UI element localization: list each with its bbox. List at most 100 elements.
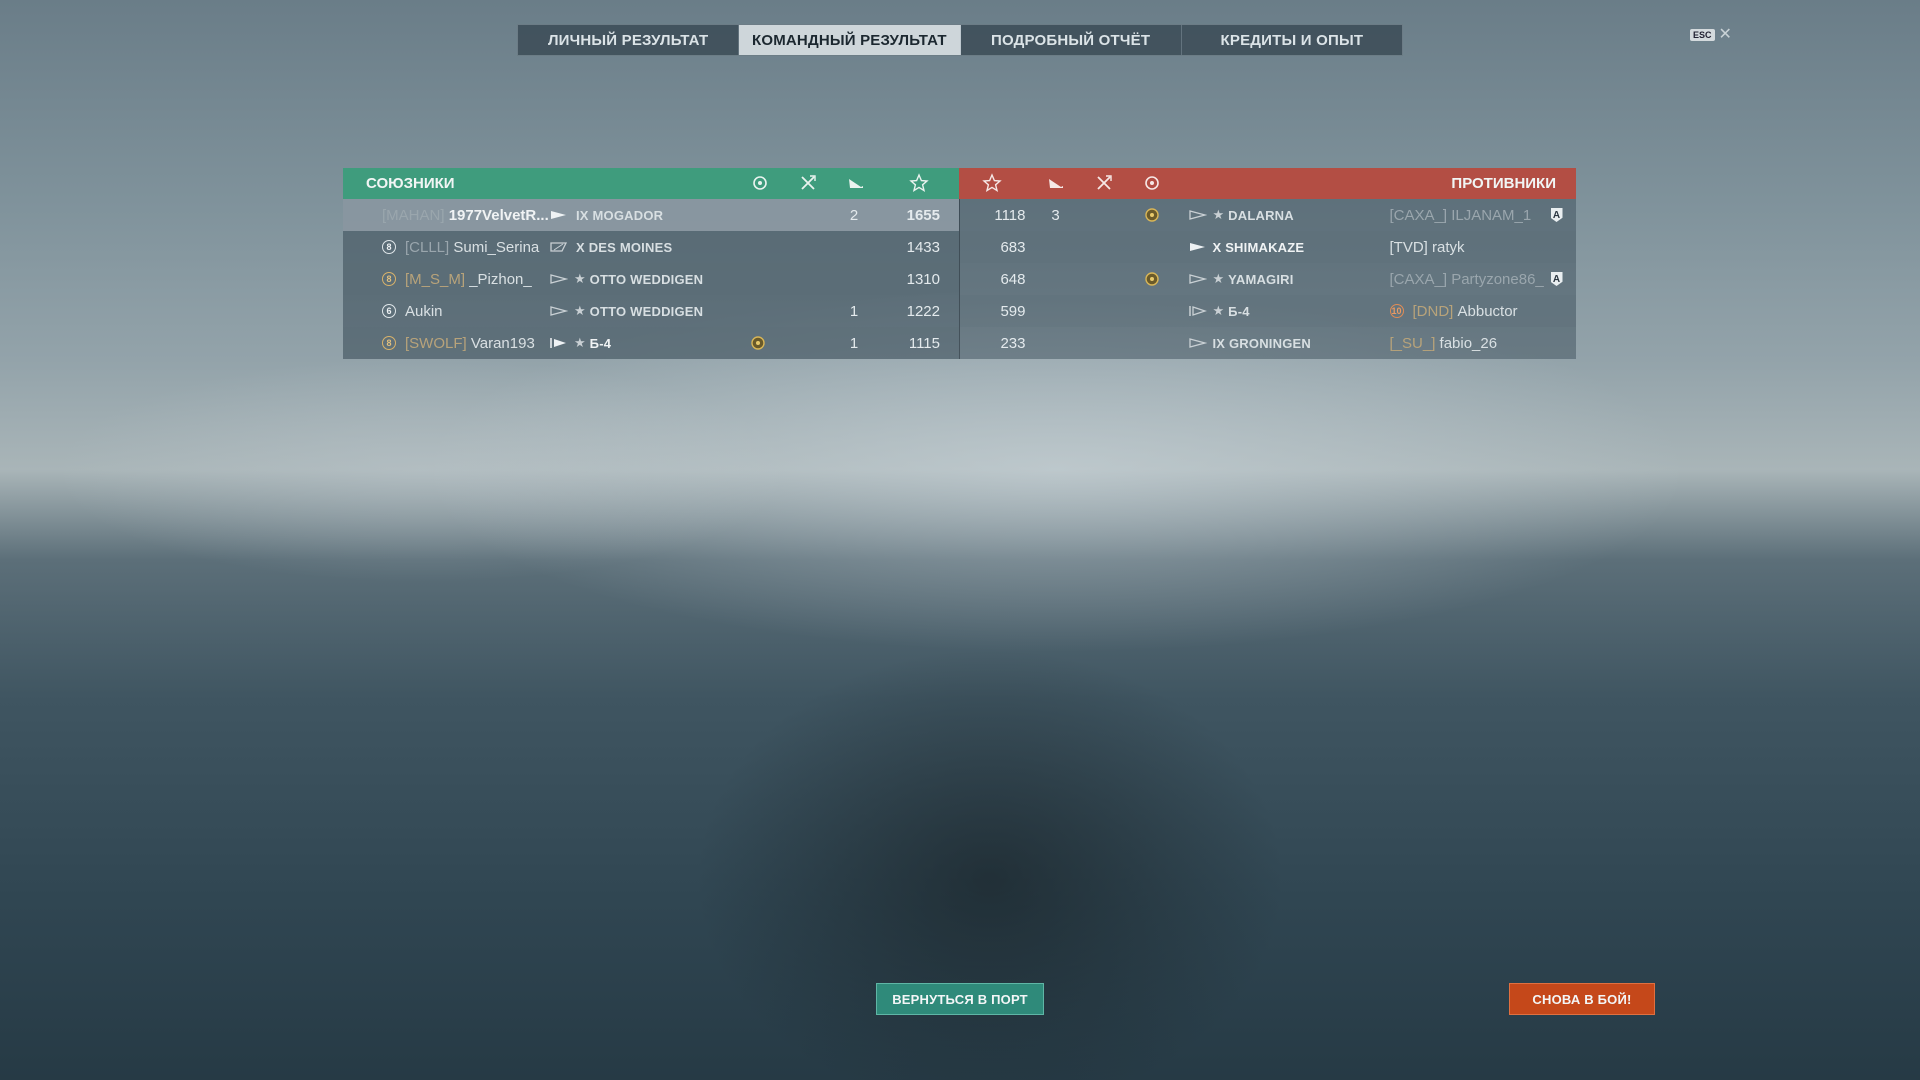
clan-tag: [CAXA_] <box>1389 270 1448 288</box>
kills-count: 1 <box>849 302 859 320</box>
player-name: _Pizhon_ <box>469 270 532 288</box>
experience-value: 599 <box>1000 302 1026 320</box>
player-name: ratyk <box>1432 238 1465 256</box>
experience-value: 1222 <box>906 302 940 320</box>
team-results-board: СОЮЗНИКИ ПРОТИВНИКИ [MAHAN] 1977VelvetR.… <box>343 168 1576 359</box>
tab-detailed-report[interactable]: ПОДРОБНЫЙ ОТЧЁТ <box>961 25 1182 55</box>
clan-tag: [SWOLF] <box>405 334 467 352</box>
battle-again-button[interactable]: СНОВА В БОЙ! <box>1509 983 1655 1015</box>
premium-star-icon: ★ <box>1212 303 1225 318</box>
player-name: 1977VelvetR... <box>448 206 549 224</box>
ship-class-icon <box>550 242 568 252</box>
experience-star-icon <box>982 173 1002 192</box>
premium-star-icon: ★ <box>1212 207 1225 222</box>
ship-name: DES MOINES <box>588 239 673 255</box>
medal-icon <box>1145 176 1159 190</box>
player-name: Varan193 <box>470 334 535 352</box>
player-name: ILJANAM_1 <box>1451 206 1532 224</box>
division-badge-icon: A <box>1550 208 1563 222</box>
close-icon: ✕ <box>1718 26 1732 43</box>
experience-value: 1115 <box>908 334 940 352</box>
table-row[interactable]: 233 IX GRONINGEN [_SU_] fabio_26 <box>960 327 1577 359</box>
player-name: fabio_26 <box>1439 334 1498 352</box>
enemies-list: 1118 3 ★ DALARNA [CAXA_] ILJANAM_1 A 683 <box>958 199 1577 359</box>
clan-tag: [DND] <box>1412 302 1454 320</box>
ship-name: DALARNA <box>1228 207 1294 223</box>
planes-shot-icon <box>801 175 816 190</box>
close-button[interactable]: ESC ✕ <box>1690 26 1732 43</box>
ship-name: Б-4 <box>589 335 612 351</box>
rank-badge-icon: 10 <box>1389 304 1404 318</box>
ship-class-icon <box>1188 274 1207 284</box>
ship-name: Б-4 <box>1228 303 1250 319</box>
experience-value: 1310 <box>906 270 940 288</box>
clan-tag: [CLLL] <box>405 238 450 256</box>
ship-name: MOGADOR <box>592 207 664 223</box>
experience-star-icon <box>909 173 929 192</box>
ship-name: YAMAGIRI <box>1228 271 1294 287</box>
ship-class-icon <box>1188 338 1207 348</box>
table-row[interactable]: 6 Aukin ★ OTTO WEDDIGEN 1 1222 <box>343 295 959 327</box>
experience-value: 683 <box>1000 238 1026 256</box>
premium-star-icon: ★ <box>574 271 586 286</box>
table-row[interactable]: 8 [SWOLF] Varan193 ★ Б-4 1 1115 <box>343 327 959 359</box>
table-row[interactable]: [MAHAN] 1977VelvetR... IX MOGADOR 2 1655 <box>343 199 959 231</box>
experience-value: 1118 <box>994 206 1026 224</box>
experience-value: 1433 <box>906 238 940 256</box>
table-row[interactable]: 1118 3 ★ DALARNA [CAXA_] ILJANAM_1 A <box>960 199 1577 231</box>
medal-icon <box>751 336 765 350</box>
ship-class-icon <box>550 338 566 348</box>
ship-name: OTTO WEDDIGEN <box>589 303 704 319</box>
allies-header: СОЮЗНИКИ <box>343 168 959 199</box>
ship-name: OTTO WEDDIGEN <box>589 271 704 287</box>
kills-count: 2 <box>849 206 859 224</box>
clan-tag: [MAHAN] <box>382 206 445 224</box>
division-badge-icon: A <box>1550 272 1563 286</box>
allies-list: [MAHAN] 1977VelvetR... IX MOGADOR 2 1655… <box>343 199 959 359</box>
rank-badge-icon: 8 <box>382 272 396 286</box>
table-row[interactable]: 648 ★ YAMAGIRI [CAXA_] Partyzone86_ A <box>960 263 1577 295</box>
premium-star-icon: ★ <box>574 335 586 350</box>
rank-badge-icon: 6 <box>382 304 396 318</box>
result-tabs: ЛИЧНЫЙ РЕЗУЛЬТАТ КОМАНДНЫЙ РЕЗУЛЬТАТ ПОД… <box>517 24 1403 56</box>
ship-class-icon <box>1188 210 1207 220</box>
kills-count: 3 <box>1051 206 1060 224</box>
clan-tag: [CAXA_] <box>1389 206 1448 224</box>
medal-icon <box>1144 272 1159 286</box>
table-row[interactable]: 599 ★ Б-4 10 [DND] Abbuctor <box>959 295 1576 327</box>
table-row[interactable]: 8 [CLLL] Sumi_Serina X DES MOINES 1433 <box>343 231 959 263</box>
enemies-title: ПРОТИВНИКИ <box>1451 175 1556 192</box>
table-row[interactable]: 8 [M_S_M] _Pizhon_ ★ OTTO WEDDIGEN 1310 <box>343 263 959 295</box>
player-name: Sumi_Serina <box>453 238 540 256</box>
ships-destroyed-icon <box>1049 179 1063 188</box>
table-row[interactable]: 683 X SHIMAKAZE [TVD] ratyk <box>959 231 1576 263</box>
ship-name: GRONINGEN <box>1229 335 1311 351</box>
clan-tag: [TVD] <box>1389 238 1428 256</box>
ship-tier: IX <box>1212 335 1226 351</box>
ship-class-icon <box>551 211 566 219</box>
rank-badge-icon: 8 <box>382 240 396 254</box>
tab-team-result[interactable]: КОМАНДНЫЙ РЕЗУЛЬТАТ <box>739 25 961 55</box>
experience-value: 233 <box>1000 334 1026 352</box>
tab-personal-result[interactable]: ЛИЧНЫЙ РЕЗУЛЬТАТ <box>518 25 740 55</box>
allies-title: СОЮЗНИКИ <box>366 175 455 192</box>
player-name: Partyzone86_ <box>1451 270 1544 288</box>
kills-count: 1 <box>849 334 859 352</box>
clan-tag: [_SU_] <box>1389 334 1436 352</box>
ship-class-icon <box>550 274 568 284</box>
clan-tag: [M_S_M] <box>405 270 466 288</box>
esc-key-label: ESC <box>1690 29 1715 41</box>
ship-class-icon <box>1188 306 1207 316</box>
medal-icon <box>1144 208 1159 222</box>
tab-credits-xp[interactable]: КРЕДИТЫ И ОПЫТ <box>1182 25 1402 55</box>
medal-icon <box>753 176 767 190</box>
premium-star-icon: ★ <box>1212 271 1225 286</box>
ship-tier: IX <box>576 207 589 223</box>
ship-tier: X <box>576 239 585 255</box>
ships-destroyed-icon <box>849 179 863 188</box>
planes-shot-icon <box>1097 175 1112 190</box>
ship-class-icon <box>550 306 568 316</box>
player-name: Aukin <box>405 302 443 320</box>
return-to-port-button[interactable]: ВЕРНУТЬСЯ В ПОРТ <box>876 983 1044 1015</box>
ship-class-icon <box>1189 243 1205 251</box>
